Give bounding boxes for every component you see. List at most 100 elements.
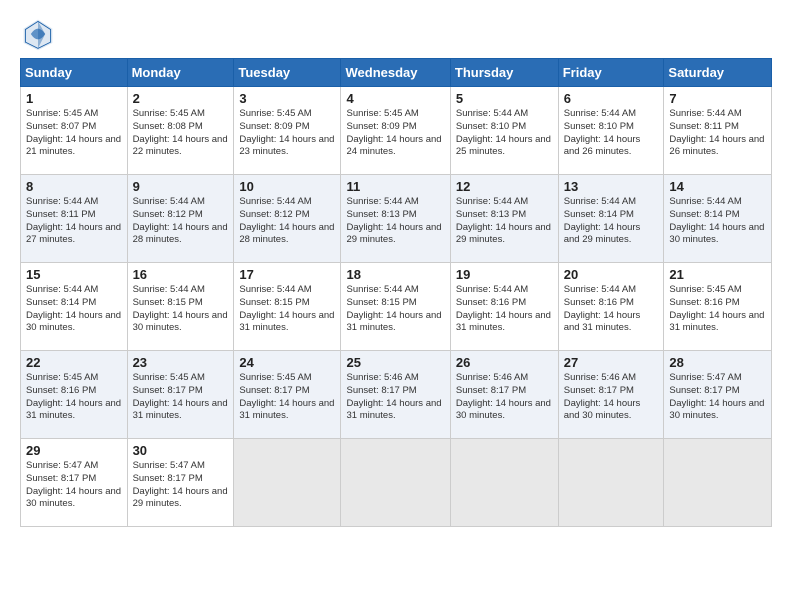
day-number: 12 [456,179,553,194]
calendar-cell: 26 Sunrise: 5:46 AMSunset: 8:17 PMDayligh… [450,351,558,439]
day-number: 4 [346,91,444,106]
calendar-cell [664,439,772,527]
calendar-header-wednesday: Wednesday [341,59,450,87]
day-number: 22 [26,355,122,370]
day-number: 1 [26,91,122,106]
cell-info: Sunrise: 5:45 AMSunset: 8:17 PMDaylight:… [133,372,228,421]
calendar-header-friday: Friday [558,59,664,87]
calendar-cell: 19 Sunrise: 5:44 AMSunset: 8:16 PMDayligh… [450,263,558,351]
day-number: 29 [26,443,122,458]
cell-info: Sunrise: 5:44 AMSunset: 8:12 PMDaylight:… [133,196,228,245]
day-number: 3 [239,91,335,106]
cell-info: Sunrise: 5:46 AMSunset: 8:17 PMDaylight:… [456,372,551,421]
calendar-cell: 20Sunrise: 5:44 AMSunset: 8:16 PMDayligh… [558,263,664,351]
day-number: 10 [239,179,335,194]
cell-info: Sunrise: 5:44 AMSunset: 8:16 PMDaylight:… [456,284,551,333]
cell-info: Sunrise: 5:47 AMSunset: 8:17 PMDaylight:… [26,460,121,509]
day-number: 27 [564,355,659,370]
day-number: 13 [564,179,659,194]
calendar-cell: 23 Sunrise: 5:45 AMSunset: 8:17 PMDayligh… [127,351,234,439]
day-number: 8 [26,179,122,194]
cell-info: Sunrise: 5:44 AMSunset: 8:10 PMDaylight:… [564,108,641,157]
day-number: 6 [564,91,659,106]
header-row [20,16,772,52]
day-number: 30 [133,443,229,458]
calendar-cell: 18 Sunrise: 5:44 AMSunset: 8:15 PMDayligh… [341,263,450,351]
calendar-cell: 12Sunrise: 5:44 AMSunset: 8:13 PMDayligh… [450,175,558,263]
calendar-header-sunday: Sunday [21,59,128,87]
cell-info: Sunrise: 5:45 AMSunset: 8:08 PMDaylight:… [133,108,228,157]
day-number: 18 [346,267,444,282]
calendar-table: SundayMondayTuesdayWednesdayThursdayFrid… [20,58,772,527]
cell-info: Sunrise: 5:44 AMSunset: 8:14 PMDaylight:… [564,196,641,245]
calendar-cell: 2 Sunrise: 5:45 AMSunset: 8:08 PMDaylight… [127,87,234,175]
cell-info: Sunrise: 5:44 AMSunset: 8:15 PMDaylight:… [239,284,334,333]
day-number: 5 [456,91,553,106]
calendar-header-thursday: Thursday [450,59,558,87]
cell-info: Sunrise: 5:44 AMSunset: 8:11 PMDaylight:… [26,196,121,245]
calendar-cell: 3 Sunrise: 5:45 AMSunset: 8:09 PMDaylight… [234,87,341,175]
calendar-week-3: 15 Sunrise: 5:44 AMSunset: 8:14 PMDayligh… [21,263,772,351]
cell-info: Sunrise: 5:45 AMSunset: 8:17 PMDaylight:… [239,372,334,421]
day-number: 7 [669,91,766,106]
day-number: 2 [133,91,229,106]
cell-info: Sunrise: 5:44 AMSunset: 8:15 PMDaylight:… [346,284,441,333]
cell-info: Sunrise: 5:44 AMSunset: 8:14 PMDaylight:… [669,196,764,245]
calendar-cell: 15 Sunrise: 5:44 AMSunset: 8:14 PMDayligh… [21,263,128,351]
calendar-header-row: SundayMondayTuesdayWednesdayThursdayFrid… [21,59,772,87]
day-number: 14 [669,179,766,194]
day-number: 9 [133,179,229,194]
calendar-header-tuesday: Tuesday [234,59,341,87]
day-number: 25 [346,355,444,370]
cell-info: Sunrise: 5:44 AMSunset: 8:16 PMDaylight:… [564,284,641,333]
day-number: 17 [239,267,335,282]
calendar-cell [341,439,450,527]
cell-info: Sunrise: 5:44 AMSunset: 8:14 PMDaylight:… [26,284,121,333]
calendar-cell: 1 Sunrise: 5:45 AMSunset: 8:07 PMDaylight… [21,87,128,175]
cell-info: Sunrise: 5:46 AMSunset: 8:17 PMDaylight:… [346,372,441,421]
calendar-cell: 27Sunrise: 5:46 AMSunset: 8:17 PMDayligh… [558,351,664,439]
calendar-cell: 11 Sunrise: 5:44 AMSunset: 8:13 PMDayligh… [341,175,450,263]
cell-info: Sunrise: 5:45 AMSunset: 8:16 PMDaylight:… [26,372,121,421]
day-number: 26 [456,355,553,370]
cell-info: Sunrise: 5:44 AMSunset: 8:13 PMDaylight:… [346,196,441,245]
calendar-cell: 25 Sunrise: 5:46 AMSunset: 8:17 PMDayligh… [341,351,450,439]
calendar-cell [450,439,558,527]
day-number: 19 [456,267,553,282]
calendar-cell: 28Sunrise: 5:47 AMSunset: 8:17 PMDayligh… [664,351,772,439]
day-number: 11 [346,179,444,194]
calendar-cell [558,439,664,527]
page: SundayMondayTuesdayWednesdayThursdayFrid… [0,0,792,612]
calendar-cell: 29 Sunrise: 5:47 AMSunset: 8:17 PMDayligh… [21,439,128,527]
day-number: 15 [26,267,122,282]
cell-info: Sunrise: 5:45 AMSunset: 8:09 PMDaylight:… [346,108,441,157]
cell-info: Sunrise: 5:44 AMSunset: 8:12 PMDaylight:… [239,196,334,245]
calendar-cell: 7 Sunrise: 5:44 AMSunset: 8:11 PMDaylight… [664,87,772,175]
calendar-cell: 10 Sunrise: 5:44 AMSunset: 8:12 PMDayligh… [234,175,341,263]
day-number: 28 [669,355,766,370]
cell-info: Sunrise: 5:44 AMSunset: 8:11 PMDaylight:… [669,108,764,157]
calendar-cell: 9 Sunrise: 5:44 AMSunset: 8:12 PMDaylight… [127,175,234,263]
day-number: 24 [239,355,335,370]
cell-info: Sunrise: 5:45 AMSunset: 8:09 PMDaylight:… [239,108,334,157]
calendar-cell: 5Sunrise: 5:44 AMSunset: 8:10 PMDaylight… [450,87,558,175]
calendar-week-5: 29 Sunrise: 5:47 AMSunset: 8:17 PMDayligh… [21,439,772,527]
cell-info: Sunrise: 5:44 AMSunset: 8:15 PMDaylight:… [133,284,228,333]
logo [20,16,62,52]
cell-info: Sunrise: 5:45 AMSunset: 8:07 PMDaylight:… [26,108,121,157]
calendar-cell: 8 Sunrise: 5:44 AMSunset: 8:11 PMDaylight… [21,175,128,263]
calendar-cell: 13 Sunrise: 5:44 AMSunset: 8:14 PMDayligh… [558,175,664,263]
logo-icon [20,16,56,52]
calendar-cell: 6 Sunrise: 5:44 AMSunset: 8:10 PMDaylight… [558,87,664,175]
day-number: 16 [133,267,229,282]
cell-info: Sunrise: 5:45 AMSunset: 8:16 PMDaylight:… [669,284,764,333]
calendar-cell: 14 Sunrise: 5:44 AMSunset: 8:14 PMDayligh… [664,175,772,263]
calendar-week-4: 22 Sunrise: 5:45 AMSunset: 8:16 PMDayligh… [21,351,772,439]
calendar-header-saturday: Saturday [664,59,772,87]
calendar-week-1: 1 Sunrise: 5:45 AMSunset: 8:07 PMDaylight… [21,87,772,175]
day-number: 23 [133,355,229,370]
calendar-cell: 21Sunrise: 5:45 AMSunset: 8:16 PMDayligh… [664,263,772,351]
calendar-cell: 17 Sunrise: 5:44 AMSunset: 8:15 PMDayligh… [234,263,341,351]
calendar-cell: 16 Sunrise: 5:44 AMSunset: 8:15 PMDayligh… [127,263,234,351]
calendar-cell: 4 Sunrise: 5:45 AMSunset: 8:09 PMDaylight… [341,87,450,175]
